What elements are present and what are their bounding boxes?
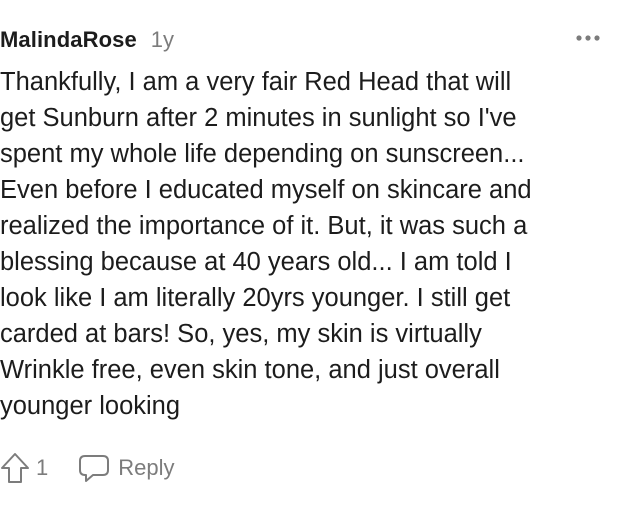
more-options-icon xyxy=(575,34,601,42)
comment: MalindaRose 1y Thankfully, I am a very f… xyxy=(0,0,636,524)
reply-label: Reply xyxy=(118,455,175,480)
upvote-button[interactable]: 1 xyxy=(0,452,48,484)
speech-bubble-icon xyxy=(78,453,110,483)
comment-age: 1y xyxy=(150,27,175,52)
reply-button[interactable]: Reply xyxy=(78,453,175,483)
author-name[interactable]: MalindaRose xyxy=(0,27,137,53)
more-options-button[interactable] xyxy=(574,24,602,52)
upvote-arrow-icon xyxy=(0,452,30,484)
comment-body: Thankfully, I am a very fair Red Head th… xyxy=(0,68,532,420)
comment-actions: 1 Reply xyxy=(0,446,175,490)
comment-header: MalindaRose 1y xyxy=(0,24,174,56)
vote-count: 1 xyxy=(36,455,49,480)
